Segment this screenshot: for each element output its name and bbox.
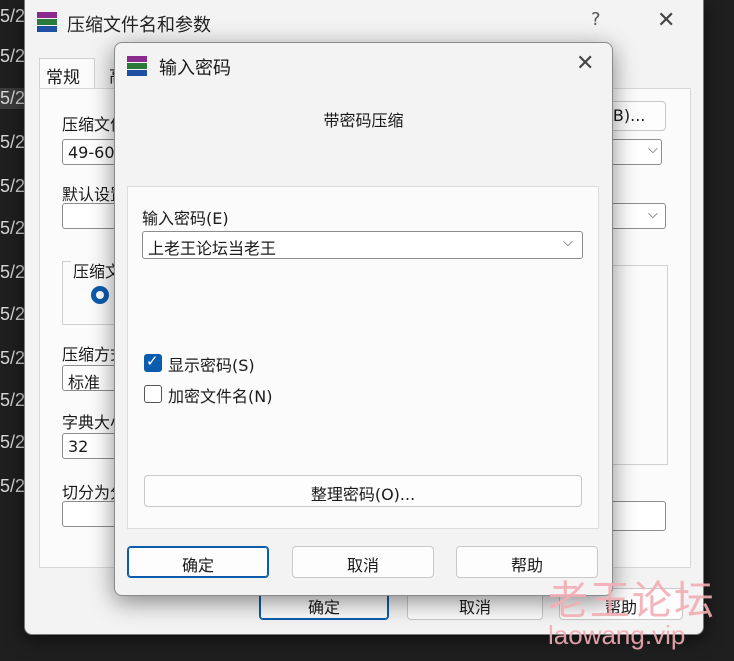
bg-date: 5/2 (0, 46, 26, 66)
format-radio-rar[interactable] (91, 286, 109, 304)
archive-params-titlebar: 压缩文件名和参数 ? ✕ (25, 0, 703, 44)
bg-date: 5/2 (0, 262, 26, 282)
close-icon[interactable]: ✕ (576, 51, 594, 76)
winrar-icon (37, 12, 57, 32)
encrypt-filenames-label[interactable]: 加密文件名(N) (168, 383, 272, 407)
show-password-checkbox[interactable] (144, 352, 162, 372)
bg-date: 5/2 (0, 476, 26, 496)
password-label: 输入密码(E) (142, 209, 229, 228)
bg-date: 5/2 (0, 132, 26, 152)
help-icon[interactable]: ? (591, 9, 601, 30)
bg-date: 5/2 (0, 88, 26, 109)
chevron-down-icon[interactable] (563, 235, 573, 250)
organize-passwords-button[interactable]: 整理密码(O)... (144, 475, 582, 507)
bg-date: 5/2 (0, 304, 26, 324)
bg-date: 5/2 (0, 348, 26, 368)
bg-date: 5/2 (0, 390, 26, 410)
password-dialog-heading: 带密码压缩 (323, 111, 404, 130)
chevron-down-icon[interactable] (648, 207, 658, 222)
tab-general[interactable]: 常规 (39, 58, 95, 88)
watermark-url: laowang.vip (548, 620, 686, 650)
bg-date: 5/2 (0, 6, 26, 26)
password-panel: 输入密码(E) 上老王论坛当老王 显示密码(S) 加密文件名(N) 整理密码(O… (127, 186, 599, 529)
encrypt-filenames-checkbox[interactable] (144, 385, 162, 403)
password-dialog-title: 输入密码 (159, 58, 231, 79)
archive-params-title: 压缩文件名和参数 (67, 15, 211, 36)
split-unit-field[interactable] (610, 501, 666, 531)
cancel-button[interactable]: 取消 (292, 546, 434, 578)
show-password-label[interactable]: 显示密码(S) (168, 352, 255, 376)
watermark-text: 老王论坛 (548, 578, 716, 624)
bg-date: 5/2 (0, 218, 26, 238)
chevron-down-icon[interactable] (648, 142, 658, 157)
bg-date: 5/2 (0, 176, 26, 196)
ok-button[interactable]: 确定 (127, 546, 269, 578)
password-dialog: 输入密码 ✕ 带密码压缩 输入密码(E) 上老王论坛当老王 显示密码(S) 加密… (114, 42, 613, 596)
bg-date: 5/2 (0, 432, 26, 452)
winrar-icon (127, 56, 147, 76)
close-icon[interactable]: ✕ (657, 8, 675, 33)
password-input[interactable]: 上老王论坛当老王 (142, 231, 583, 259)
